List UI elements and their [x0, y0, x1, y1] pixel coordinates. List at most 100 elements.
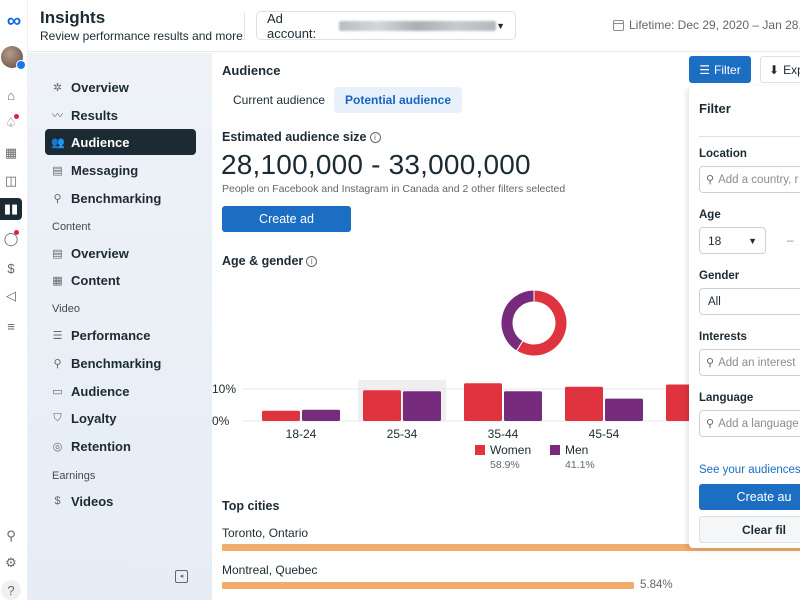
avatar[interactable] [1, 46, 26, 70]
tab-current-audience[interactable]: Current audience [222, 87, 336, 113]
planner-icon[interactable]: ▦ [0, 142, 22, 164]
search-icon: ⚲ [706, 174, 715, 186]
sidebar-item-loyalty[interactable]: ⛉ Loyalty [45, 405, 196, 431]
sidebar-item-overview[interactable]: ✲ Overview [45, 74, 196, 100]
filter-button-label: Filter [714, 62, 741, 77]
interests-placeholder: Add an interest [718, 356, 796, 369]
sidebar-item-videos[interactable]: $ Videos [45, 488, 196, 514]
export-button[interactable]: ⬇Exp [760, 56, 800, 83]
location-label: Location [699, 148, 747, 160]
app-rail: ∞ ⌂ ♤ ▦ ◫ ▮▮ ◯ $ ◁ ≡ ⚲ ⚙ ? [0, 0, 28, 600]
benchmarking-icon: ⚲ [53, 192, 62, 205]
monetization-icon[interactable]: $ [0, 257, 22, 279]
calendar-icon [613, 19, 624, 31]
interests-label: Interests [699, 331, 747, 343]
date-range-picker[interactable]: Lifetime: Dec 29, 2020 – Jan 28, [613, 18, 800, 32]
notifications-icon[interactable]: ♤ [0, 112, 22, 134]
download-icon: ⬇ [769, 62, 780, 77]
sidebar-item-label: Overview [71, 245, 129, 261]
content-overview-icon: ▤ [52, 247, 63, 260]
bar-women-35-44 [464, 383, 502, 421]
bar-women-25-34 [363, 390, 401, 421]
language-input[interactable]: ⚲ Add a language [699, 410, 800, 437]
sidebar-item-label: Messaging [71, 162, 139, 178]
filter-panel-title: Filter [699, 101, 731, 116]
sidebar-item-video-benchmarking[interactable]: ⚲ Benchmarking [45, 350, 196, 376]
menu-icon[interactable]: ≡ [0, 315, 22, 337]
search-icon: ⚲ [706, 357, 715, 369]
section-title-video: Video [52, 303, 80, 315]
sidebar-item-label: Performance [71, 327, 151, 343]
x-tick-label: 45-54 [589, 427, 620, 441]
legend-pct-women: 58.9% [490, 459, 520, 471]
gender-select[interactable]: All [699, 288, 800, 315]
performance-icon: ☰ [52, 329, 63, 342]
insights-sidebar: ✲ Overview 〰 Results 👥 Audience ▤ Messaging … [28, 53, 212, 600]
sidebar-item-performance[interactable]: ☰ Performance [45, 322, 196, 348]
insights-icon[interactable]: ▮▮ [0, 198, 22, 220]
inbox-icon[interactable]: ◯ [0, 228, 22, 250]
dollar-icon: $ [54, 495, 61, 507]
legend-swatch-women [475, 445, 485, 455]
create-ad-button[interactable]: Create ad [222, 206, 351, 232]
ad-account-dropdown[interactable]: Ad account: ▼ [256, 10, 516, 41]
gender-label: Gender [699, 270, 740, 282]
sidebar-item-label: Overview [71, 79, 129, 95]
info-icon[interactable]: i [369, 131, 381, 143]
sidebar-item-audience[interactable]: 👥 Audience [45, 129, 196, 155]
table-icon: ▦ [52, 274, 63, 287]
retention-icon: ◎ [52, 440, 63, 453]
ad-account-label: Ad account: [267, 10, 317, 41]
legend-men: Men 41.1% [550, 443, 595, 471]
section-title-earnings: Earnings [52, 470, 96, 482]
sidebar-item-results[interactable]: 〰 Results [45, 102, 196, 128]
search-icon[interactable]: ⚲ [0, 525, 22, 547]
sidebar-item-content-overview[interactable]: ▤ Overview [45, 240, 196, 266]
age-gender-label: Age & gender i [222, 254, 318, 268]
collapse-sidebar-icon[interactable]: ◂ [175, 570, 188, 583]
city-bar-montreal [222, 582, 634, 589]
x-tick-label: 35-44 [488, 427, 519, 441]
age-min-select[interactable]: 18 ▼ [699, 227, 766, 254]
sidebar-item-label: Videos [71, 493, 114, 509]
video-audience-icon: ▭ [52, 385, 63, 398]
caret-down-icon: ▼ [496, 20, 505, 31]
interests-input[interactable]: ⚲ Add an interest [699, 349, 800, 376]
location-input[interactable]: ⚲ Add a country, r [699, 166, 800, 193]
sidebar-item-messaging[interactable]: ▤ Messaging [45, 157, 196, 183]
legend-pct-men: 41.1% [565, 459, 595, 471]
sidebar-item-retention[interactable]: ◎ Retention [45, 433, 196, 459]
y-tick-label: 10% [212, 382, 236, 396]
home-icon[interactable]: ⌂ [0, 84, 22, 106]
legend-label-men: Men [565, 443, 589, 457]
clear-filters-button[interactable]: Clear fil [699, 516, 800, 543]
sidebar-item-benchmarking[interactable]: ⚲ Benchmarking [45, 185, 196, 211]
age-gender-label-text: Age & gender [222, 254, 304, 268]
filter-panel: Filter Location ⚲ Add a country, r Age 18… [689, 86, 800, 548]
x-tick-label: 18-24 [286, 427, 317, 441]
sidebar-item-content[interactable]: ▦ Content [45, 267, 196, 293]
notification-dot [14, 230, 19, 235]
create-audience-button[interactable]: Create au [699, 484, 800, 510]
sidebar-item-video-audience[interactable]: ▭ Audience [45, 378, 196, 404]
city-name: Toronto, Ontario [222, 526, 309, 540]
bar-men-25-34 [403, 391, 441, 421]
sidebar-item-label: Benchmarking [71, 190, 162, 206]
content-icon[interactable]: ◫ [0, 170, 22, 192]
bar-men-18-24 [302, 409, 340, 421]
sidebar-item-label: Content [71, 272, 121, 288]
tab-potential-audience[interactable]: Potential audience [334, 87, 463, 113]
section-title: Audience [222, 63, 281, 78]
notification-dot [14, 114, 19, 119]
info-icon[interactable]: i [306, 255, 318, 267]
age-min-value: 18 [708, 233, 722, 248]
y-tick-label: 0% [212, 414, 230, 428]
filter-button[interactable]: ☰ Filter [689, 56, 751, 83]
settings-icon[interactable]: ⚙ [0, 552, 22, 574]
meta-logo-icon[interactable]: ∞ [0, 10, 28, 33]
see-audiences-link[interactable]: See your audiences [699, 464, 800, 476]
ads-icon[interactable]: ◁ [0, 285, 22, 307]
x-tick-label: 25-34 [387, 427, 418, 441]
bar-men-45-54 [605, 398, 643, 421]
help-icon[interactable]: ? [1, 580, 21, 600]
